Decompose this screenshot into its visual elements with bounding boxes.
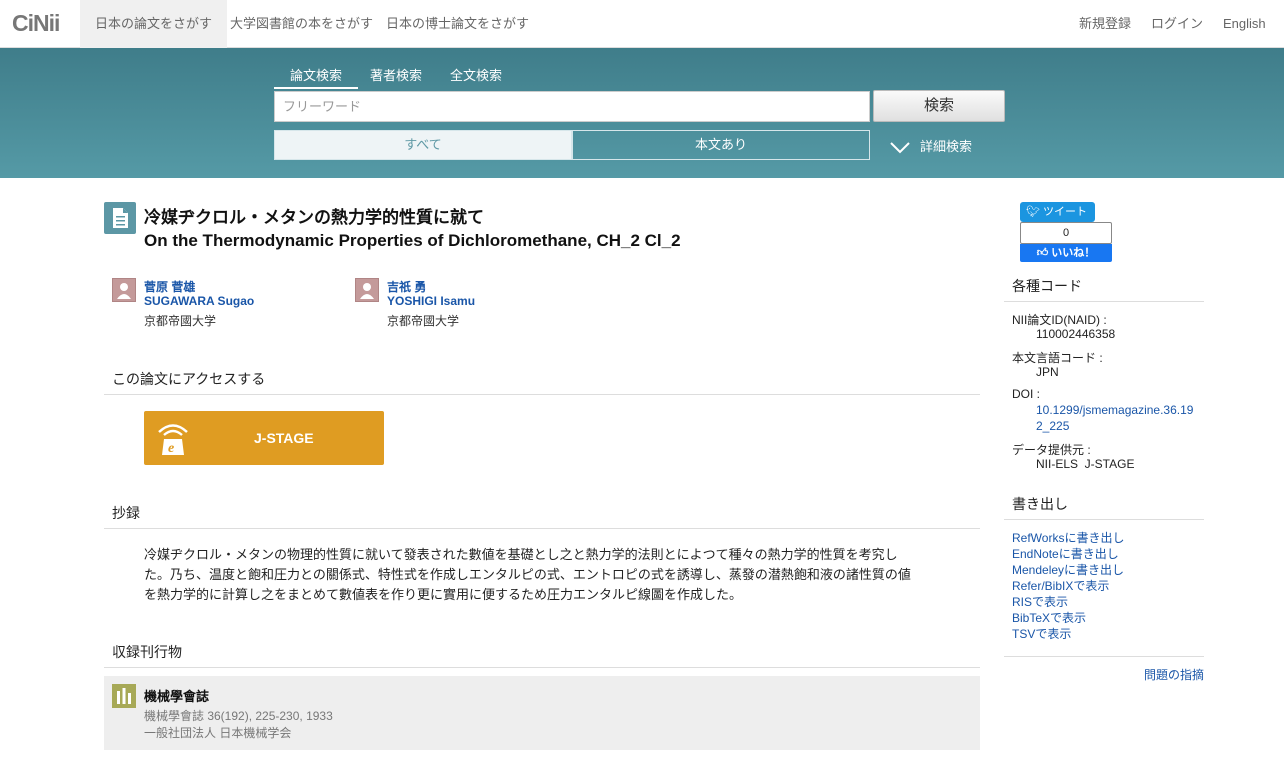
svg-text:e: e xyxy=(168,441,174,456)
filter-all-button[interactable]: すべて xyxy=(274,130,572,160)
naid-value: 110002446358 xyxy=(1036,327,1116,341)
language-code-label: 本文言語コード : xyxy=(1012,351,1103,365)
abstract-heading: 抄録 xyxy=(104,503,980,529)
jstage-logo-icon: e xyxy=(158,424,188,456)
doi-link[interactable]: 10.1299/jsmemagazine.36.192_225 xyxy=(1036,402,1196,434)
search-input[interactable] xyxy=(274,91,870,122)
login-link[interactable]: ログイン xyxy=(1151,0,1203,48)
jstage-button[interactable]: e J-STAGE xyxy=(144,411,384,465)
abstract-line: を熱力学的に計算し之をまとめて數値表を作り更に實用に便するため圧力エンタルピ線圖… xyxy=(144,587,743,602)
journal-card: 機械學會誌 機械學會誌 36(192), 225-230, 1933 一般社団法… xyxy=(104,676,980,750)
article-title-ja: 冷媒ヂクロル・メタンの熱力学的性質に就て xyxy=(144,208,484,227)
journal-bar-chart-icon xyxy=(112,684,136,708)
export-bibtex-link[interactable]: BibTeXで表示 xyxy=(1012,609,1086,626)
author-avatar-icon xyxy=(355,278,379,302)
abstract-text: 冷媒ヂクロル・メタンの物理的性質に就いて發表された數値を基礎とし之と熱力学的法則… xyxy=(144,545,916,605)
tweet-button[interactable]: 🐦︎ ツイート xyxy=(1020,202,1095,222)
article-title-en: On the Thermodynamic Properties of Dichl… xyxy=(144,231,681,250)
cinii-logo[interactable]: CiNii xyxy=(12,10,60,37)
naid-label: NII論文ID(NAID) : xyxy=(1012,313,1107,327)
nav-tab-dissertations[interactable]: 日本の博士論文をさがす xyxy=(371,0,544,48)
thumbs-up-icon: 👍︎ xyxy=(1036,247,1049,259)
author-affiliation: 京都帝國大学 xyxy=(387,314,460,328)
author-name-en[interactable]: YOSHIGI Isamu xyxy=(387,294,475,308)
export-tsv-link[interactable]: TSVで表示 xyxy=(1012,625,1071,642)
nav-tab-books[interactable]: 大学図書館の本をさがす xyxy=(215,0,388,48)
author-name-ja[interactable]: 吉祇 勇 xyxy=(387,278,426,295)
tweet-label: ツイート xyxy=(1043,206,1088,218)
doi-label: DOI : xyxy=(1012,387,1041,401)
export-endnote-link[interactable]: EndNoteに書き出し xyxy=(1012,545,1119,562)
filter-fulltext-button[interactable]: 本文あり xyxy=(572,130,870,160)
export-mendeley-link[interactable]: Mendeleyに書き出し xyxy=(1012,561,1124,578)
journal-heading: 収録刊行物 xyxy=(104,642,980,668)
language-code-value: JPN xyxy=(1036,365,1059,379)
twitter-bird-icon: 🐦︎ xyxy=(1026,206,1040,218)
data-provider-value: NII-ELS J-STAGE xyxy=(1036,457,1135,471)
access-heading: この論文にアクセスする xyxy=(104,369,980,395)
export-refer-link[interactable]: Refer/BibIXで表示 xyxy=(1012,577,1109,594)
facebook-like-label: いいね！ xyxy=(1051,247,1096,259)
search-button[interactable]: 検索 xyxy=(873,90,1005,122)
codes-heading: 各種コード xyxy=(1004,276,1204,302)
english-link[interactable]: English xyxy=(1223,0,1266,48)
advanced-search-toggle[interactable]: 詳細検索 xyxy=(890,136,972,155)
export-heading: 書き出し xyxy=(1004,494,1204,520)
abstract-line: 冷媒ヂクロル・メタンの物理的性質に就いて發表された數値を基礎とし之と熱力学的法則… xyxy=(144,547,898,562)
journal-publisher: 一般社団法人 日本機械学会 xyxy=(144,726,292,740)
nav-tab-articles[interactable]: 日本の論文をさがす xyxy=(80,0,228,48)
sidebar-divider xyxy=(1004,656,1204,657)
author-affiliation: 京都帝國大学 xyxy=(144,314,217,328)
journal-detail: 機械學會誌 36(192), 225-230, 1933 xyxy=(144,709,333,723)
journal-title[interactable]: 機械學會誌 xyxy=(144,686,209,705)
facebook-like-count: 0 xyxy=(1020,222,1112,244)
author-name-en[interactable]: SUGAWARA Sugao xyxy=(144,294,254,308)
author-name-ja[interactable]: 菅原 菅雄 xyxy=(144,278,195,295)
search-band: 論文検索 著者検索 全文検索 検索 すべて 本文あり 詳細検索 xyxy=(0,48,1284,178)
advanced-search-label: 詳細検索 xyxy=(920,139,973,154)
search-tab-fulltext[interactable]: 全文検索 xyxy=(450,65,502,84)
export-refworks-link[interactable]: RefWorksに書き出し xyxy=(1012,529,1124,546)
export-ris-link[interactable]: RISで表示 xyxy=(1012,593,1068,610)
register-link[interactable]: 新規登録 xyxy=(1079,0,1131,48)
data-provider-label: データ提供元 : xyxy=(1012,443,1091,457)
author-avatar-icon xyxy=(112,278,136,302)
chevron-down-icon xyxy=(890,141,910,153)
document-icon xyxy=(104,202,136,234)
jstage-label: J-STAGE xyxy=(254,430,314,446)
search-tab-authors[interactable]: 著者検索 xyxy=(370,65,422,84)
report-problem-link[interactable]: 問題の指摘 xyxy=(1144,666,1204,683)
facebook-like-button[interactable]: 👍︎ いいね！ xyxy=(1020,244,1112,262)
search-tab-articles[interactable]: 論文検索 xyxy=(274,65,359,89)
abstract-line: た。乃ち、温度と飽和圧力との關係式、特性式を作成しエンタルピの式、エントロピの式… xyxy=(144,567,911,582)
top-navigation: CiNii 日本の論文をさがす 大学図書館の本をさがす 日本の博士論文をさがす … xyxy=(0,0,1284,48)
